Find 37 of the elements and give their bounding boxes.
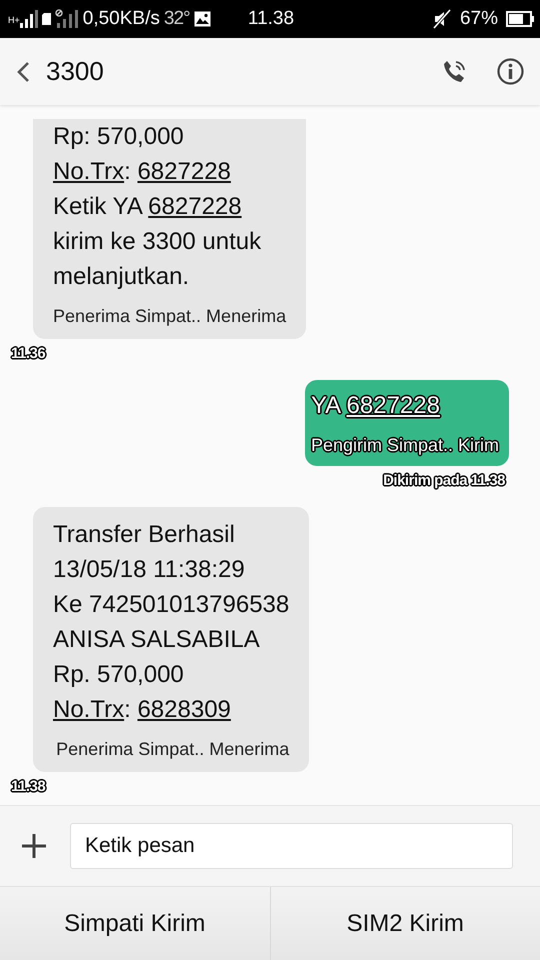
message-line: Rp. 570,000 — [53, 660, 185, 690]
message-time: Dikirim pada 11.38 — [382, 472, 508, 489]
add-icon[interactable] — [20, 832, 48, 860]
back-icon[interactable] — [16, 60, 30, 82]
message-line: Transfer Berhasil — [53, 520, 236, 550]
message-time: 11.38 — [10, 778, 48, 795]
sim-label: Penerima Simpat.. Menerima — [55, 739, 290, 760]
message-line: No.Trx: 6827228 — [53, 157, 232, 187]
sim-label: Penerima Simpat.. Menerima — [53, 306, 286, 327]
message-line: 13/05/18 11:38:29 — [53, 555, 246, 585]
message-line: No.Trx: 6828309 — [53, 695, 232, 725]
battery-icon — [506, 11, 534, 27]
send-button[interactable]: Simpati Kirim — [0, 887, 270, 960]
send-button[interactable]: SIM2 Kirim — [270, 887, 540, 960]
image-icon — [194, 11, 211, 27]
signal-icon — [20, 9, 38, 29]
message-line: ANISA SALSABILA — [53, 625, 261, 655]
message-line: melanjutkan. — [53, 262, 190, 292]
message-line: Rp: 570,000 — [53, 122, 185, 152]
message-line: Ketik YA 6827228 — [53, 192, 243, 222]
network-speed: 0,50KB/s — [82, 8, 160, 30]
message-line: Ke 742501013796538 — [53, 590, 290, 620]
mute-icon — [432, 9, 452, 29]
message-line: kirim ke 3300 untuk — [53, 227, 262, 257]
battery-percent: 67% — [460, 8, 498, 30]
message-time: 11.36 — [10, 345, 48, 362]
info-icon[interactable] — [497, 58, 524, 85]
no-signal-icon — [54, 9, 79, 29]
temperature: 32° — [164, 8, 190, 30]
network-type: H+ — [8, 15, 20, 25]
sim-label: Pengirim Simpat.. Kirim — [310, 435, 499, 456]
message-line: YA 6827228 — [310, 391, 441, 421]
contact-title: 3300 — [46, 56, 105, 87]
clock: 11.38 — [248, 8, 294, 30]
phone-call-icon[interactable] — [441, 58, 467, 84]
sim-card-icon — [42, 13, 51, 25]
message-input-field[interactable]: Ketik pesan — [70, 823, 513, 869]
